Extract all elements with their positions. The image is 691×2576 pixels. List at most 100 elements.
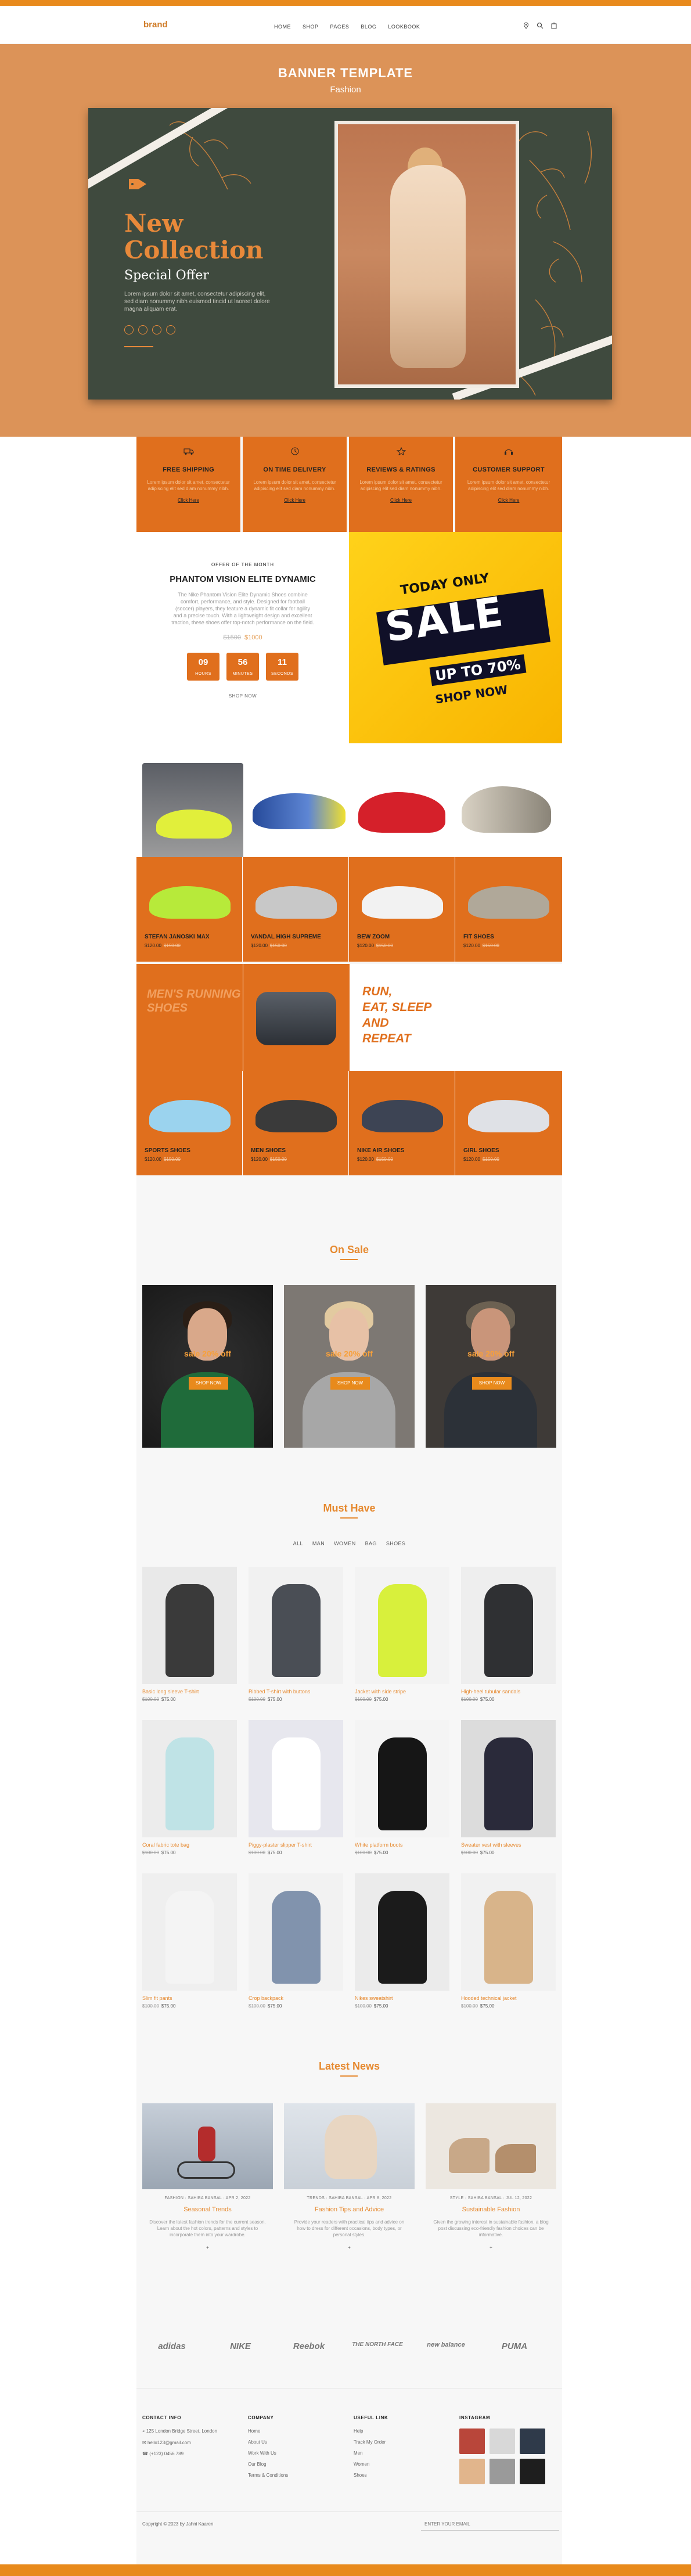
on-sale-card-3[interactable]: sale 20% off SHOP NOW bbox=[426, 1285, 556, 1448]
footer-link[interactable]: Track My Order bbox=[354, 2440, 452, 2445]
must-have-product-card[interactable]: Coral fabric tote bag $100.00 $75.00 bbox=[142, 1720, 237, 1855]
brand-new-balance[interactable]: new balance bbox=[420, 2341, 472, 2348]
footer-link[interactable]: Women bbox=[354, 2462, 452, 2467]
instagram-thumbnail[interactable] bbox=[490, 2429, 515, 2454]
footer-link[interactable]: Work With Us bbox=[248, 2451, 347, 2456]
must-have-product-card[interactable]: High-heel tubular sandals $100.00 $75.00 bbox=[461, 1567, 556, 1702]
brand-reebok[interactable]: Reebok bbox=[283, 2341, 335, 2351]
filter-shoes[interactable]: SHOES bbox=[386, 1541, 406, 1546]
running-shoes-promo[interactable]: MEN'S RUNNING SHOES bbox=[136, 964, 243, 1071]
youtube-icon[interactable] bbox=[166, 325, 175, 334]
product-card[interactable]: FIT SHOES $120.00 $150.00 bbox=[455, 857, 562, 962]
must-have-product-card[interactable]: Slim fit pants $100.00 $75.00 bbox=[142, 1873, 237, 2009]
service-link[interactable]: Click Here bbox=[136, 498, 240, 503]
must-have-product-card[interactable]: Sweater vest with sleeves $100.00 $75.00 bbox=[461, 1720, 556, 1855]
filter-bag[interactable]: BAG bbox=[365, 1541, 377, 1546]
twitter-icon[interactable] bbox=[138, 325, 147, 334]
must-have-product-card[interactable]: Hooded technical jacket $100.00 $75.00 bbox=[461, 1873, 556, 2009]
brand-the-north-face[interactable]: THE NORTH FACE bbox=[351, 2341, 404, 2348]
instagram-icon[interactable] bbox=[152, 325, 161, 334]
footer-link[interactable]: Shoes bbox=[354, 2473, 452, 2478]
news-card-1[interactable]: FASHION · SAHIBA BANSAL · APR 2, 2022 Se… bbox=[142, 2103, 273, 2250]
shop-now-button[interactable]: SHOP NOW bbox=[330, 1377, 370, 1390]
instagram-thumbnail[interactable] bbox=[459, 2459, 485, 2484]
nav-blog[interactable]: BLOG bbox=[361, 24, 376, 30]
featured-shoe-4[interactable] bbox=[456, 763, 557, 864]
product-name[interactable]: Hooded technical jacket bbox=[461, 1995, 556, 2001]
instagram-thumbnail[interactable] bbox=[520, 2429, 545, 2454]
must-have-product-card[interactable]: Basic long sleeve T-shirt $100.00 $75.00 bbox=[142, 1567, 237, 1702]
news-card-3[interactable]: STYLE · SAHIBA BANSAL · JUL 12, 2022 Sus… bbox=[426, 2103, 556, 2250]
featured-shoe-3[interactable] bbox=[351, 763, 452, 864]
on-sale-card-2[interactable]: sale 20% off SHOP NOW bbox=[284, 1285, 415, 1448]
read-more-button[interactable]: + bbox=[142, 2245, 273, 2250]
product-name[interactable]: Sweater vest with sleeves bbox=[461, 1842, 556, 1848]
product-name[interactable]: Slim fit pants bbox=[142, 1995, 237, 2001]
footer-email[interactable]: ✉ hello123@gmail.com bbox=[142, 2440, 241, 2445]
product-card[interactable]: STEFAN JANOSKI MAX $120.00 $150.00 bbox=[136, 857, 243, 962]
news-card-2[interactable]: TRENDS · SAHIBA BANSAL · APR 8, 2022 Fas… bbox=[284, 2103, 415, 2250]
service-link[interactable]: Click Here bbox=[349, 498, 453, 503]
sale-banner[interactable]: TODAY ONLY SALE UP TO 70% SHOP NOW bbox=[349, 532, 562, 743]
filter-women[interactable]: WOMEN bbox=[334, 1541, 356, 1546]
featured-shoe-1[interactable] bbox=[142, 763, 243, 864]
instagram-thumbnail[interactable] bbox=[490, 2459, 515, 2484]
read-more-button[interactable]: + bbox=[284, 2245, 415, 2250]
product-name[interactable]: High-heel tubular sandals bbox=[461, 1689, 556, 1694]
footer-link[interactable]: Terms & Conditions bbox=[248, 2473, 347, 2478]
product-card[interactable]: VANDAL HIGH SUPREME $120.00 $150.00 bbox=[243, 857, 349, 962]
footer-link[interactable]: Men bbox=[354, 2451, 452, 2456]
instagram-thumbnail[interactable] bbox=[459, 2429, 485, 2454]
nav-pages[interactable]: PAGES bbox=[330, 24, 350, 30]
brand-adidas[interactable]: adidas bbox=[146, 2341, 198, 2351]
shop-now-button[interactable]: SHOP NOW bbox=[189, 1377, 228, 1390]
product-card[interactable]: MEN SHOES $120.00 $150.00 bbox=[243, 1071, 349, 1175]
filter-man[interactable]: MAN bbox=[312, 1541, 325, 1546]
shop-now-button[interactable]: SHOP NOW bbox=[472, 1377, 512, 1390]
news-title[interactable]: Fashion Tips and Advice bbox=[284, 2206, 415, 2213]
must-have-product-card[interactable]: Nikes sweatshirt $100.00 $75.00 bbox=[355, 1873, 449, 2009]
footer-link[interactable]: Our Blog bbox=[248, 2462, 347, 2467]
search-icon[interactable] bbox=[537, 22, 544, 29]
offer-shop-now-button[interactable]: SHOP NOW bbox=[136, 693, 349, 699]
service-link[interactable]: Click Here bbox=[243, 498, 347, 503]
footer-link[interactable]: About Us bbox=[248, 2440, 347, 2445]
must-have-product-card[interactable]: Crop backpack $100.00 $75.00 bbox=[249, 1873, 343, 2009]
service-link[interactable]: Click Here bbox=[455, 498, 562, 503]
product-name[interactable]: Piggy-plaster slipper T-shirt bbox=[249, 1842, 343, 1848]
on-sale-card-1[interactable]: sale 20% off SHOP NOW bbox=[142, 1285, 273, 1448]
must-have-product-card[interactable]: Ribbed T-shirt with buttons $100.00 $75.00 bbox=[249, 1567, 343, 1702]
nav-shop[interactable]: SHOP bbox=[303, 24, 319, 30]
product-card[interactable]: NIKE AIR SHOES $120.00 $150.00 bbox=[349, 1071, 455, 1175]
featured-shoe-2[interactable] bbox=[247, 776, 348, 857]
instagram-thumbnail[interactable] bbox=[520, 2459, 545, 2484]
location-icon[interactable] bbox=[523, 22, 530, 29]
gym-bag-promo[interactable] bbox=[243, 964, 350, 1071]
product-name[interactable]: Nikes sweatshirt bbox=[355, 1995, 449, 2001]
nav-home[interactable]: HOME bbox=[274, 24, 291, 30]
read-more-button[interactable]: + bbox=[426, 2245, 556, 2250]
product-card[interactable]: SPORTS SHOES $120.00 $150.00 bbox=[136, 1071, 243, 1175]
brand-logo[interactable]: brand bbox=[143, 20, 168, 30]
news-title[interactable]: Sustainable Fashion bbox=[426, 2206, 556, 2213]
footer-link[interactable]: Home bbox=[248, 2429, 347, 2434]
footer-link[interactable]: Help bbox=[354, 2429, 452, 2434]
nav-lookbook[interactable]: LOOKBOOK bbox=[388, 24, 420, 30]
product-card[interactable]: BEW ZOOM $120.00 $150.00 bbox=[349, 857, 455, 962]
product-name[interactable]: Jacket with side stripe bbox=[355, 1689, 449, 1694]
product-name[interactable]: Ribbed T-shirt with buttons bbox=[249, 1689, 343, 1694]
news-title[interactable]: Seasonal Trends bbox=[142, 2206, 273, 2213]
newsletter-email-input[interactable]: ENTER YOUR EMAIL bbox=[421, 2518, 559, 2531]
brand-nike[interactable]: NIKE bbox=[214, 2341, 267, 2351]
brand-puma[interactable]: PUMA bbox=[488, 2341, 541, 2351]
product-name[interactable]: Coral fabric tote bag bbox=[142, 1842, 237, 1848]
must-have-product-card[interactable]: Jacket with side stripe $100.00 $75.00 bbox=[355, 1567, 449, 1702]
filter-all[interactable]: ALL bbox=[293, 1541, 303, 1546]
product-name[interactable]: Crop backpack bbox=[249, 1995, 343, 2001]
product-card[interactable]: GIRL SHOES $120.00 $150.00 bbox=[455, 1071, 562, 1175]
product-name[interactable]: White platform boots bbox=[355, 1842, 449, 1848]
cart-icon[interactable] bbox=[550, 22, 557, 29]
facebook-icon[interactable] bbox=[124, 325, 134, 334]
footer-phone[interactable]: ☎ (+123) 0456 789 bbox=[142, 2451, 241, 2456]
must-have-product-card[interactable]: White platform boots $100.00 $75.00 bbox=[355, 1720, 449, 1855]
